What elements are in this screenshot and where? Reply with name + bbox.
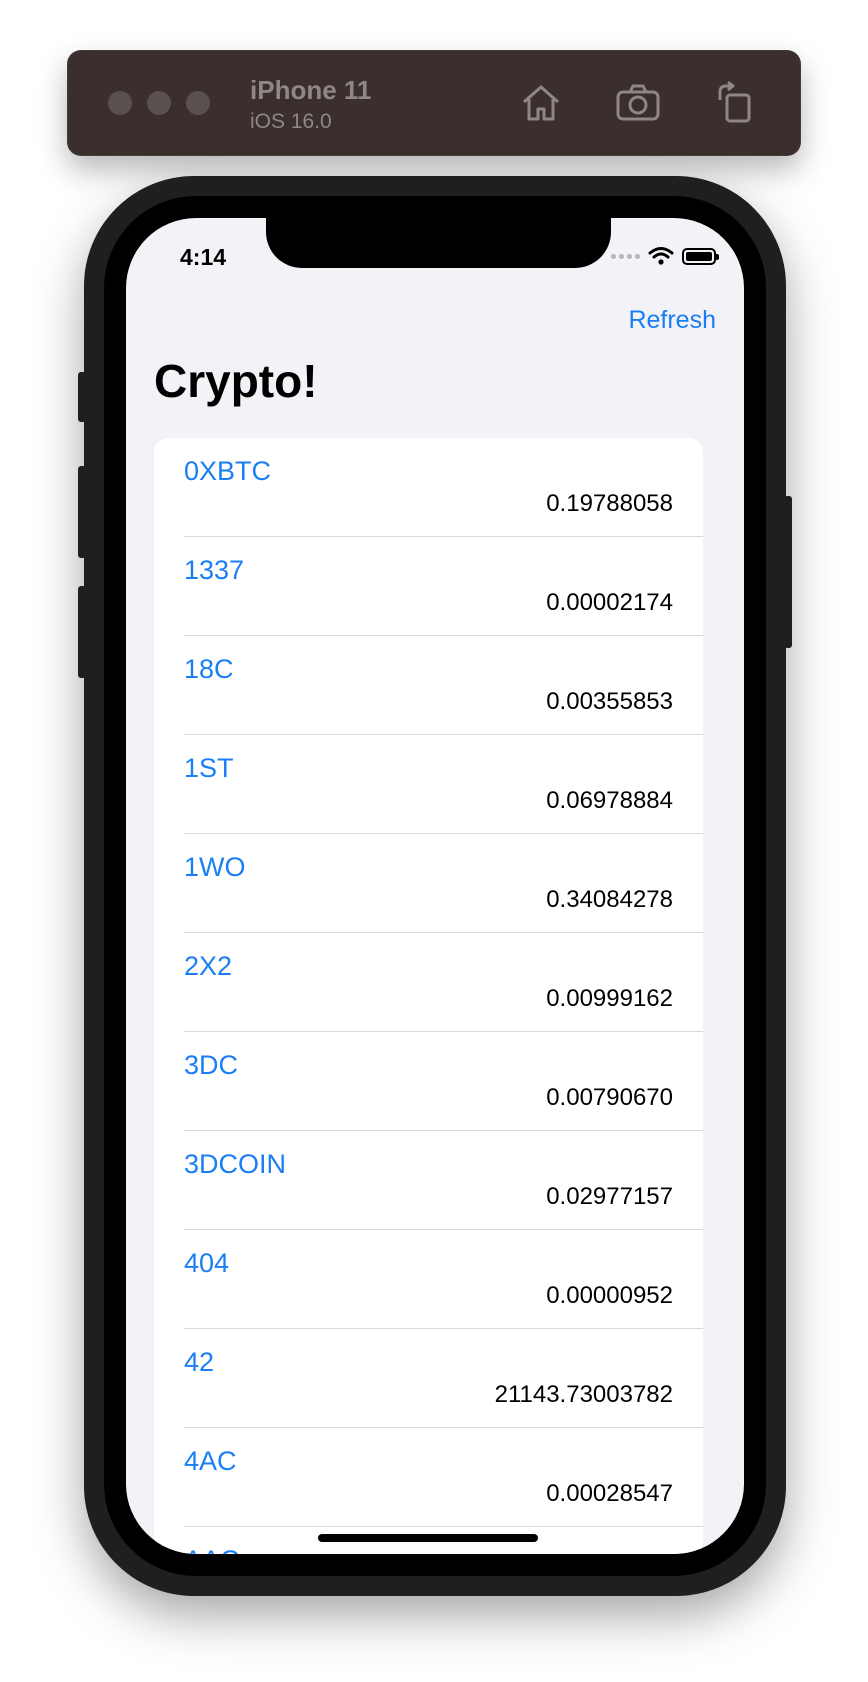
coin-price: 0.34084278 (546, 886, 673, 913)
list-item[interactable]: 4AC 0.00028547 (184, 1428, 703, 1527)
coin-price: 0.02977157 (546, 1183, 673, 1210)
battery-icon (682, 247, 719, 265)
rotate-icon[interactable] (710, 78, 760, 128)
coin-symbol[interactable]: 1337 (184, 555, 244, 586)
coin-symbol[interactable]: 18C (184, 654, 234, 685)
coin-price: 0.19788058 (546, 490, 673, 517)
minimize-window-button[interactable] (147, 91, 171, 115)
status-time: 4:14 (180, 244, 227, 270)
coin-symbol[interactable]: 2X2 (184, 951, 232, 982)
zoom-window-button[interactable] (186, 91, 210, 115)
coin-price: 0.00790670 (546, 1084, 673, 1111)
coin-price: 0.00028547 (546, 1480, 673, 1507)
camera-icon[interactable] (613, 78, 663, 128)
list-item[interactable]: 3DCOIN 0.02977157 (184, 1131, 703, 1230)
simulator-toolbar: iPhone 11 iOS 16.0 (67, 50, 801, 156)
coin-symbol[interactable]: AAC (184, 1545, 240, 1554)
coin-symbol[interactable]: 1WO (184, 852, 246, 883)
list-item[interactable]: 404 0.00000952 (184, 1230, 703, 1329)
device-name: iPhone 11 (250, 75, 372, 105)
coin-price: 0.00002174 (546, 589, 673, 616)
os-version: iOS 16.0 (250, 110, 332, 133)
mute-switch (78, 372, 86, 422)
signal-icon (611, 253, 640, 259)
list-item[interactable]: 2X2 0.00999162 (184, 933, 703, 1032)
volume-down-button (78, 586, 86, 678)
list-item[interactable]: 42 21143.73003782 (184, 1329, 703, 1428)
coin-price: 0.00355853 (546, 688, 673, 715)
coin-list[interactable]: 0XBTC 0.19788058 1337 0.00002174 18C 0.0… (154, 438, 703, 1554)
coin-symbol[interactable]: 3DC (184, 1050, 238, 1081)
volume-up-button (78, 466, 86, 558)
list-item[interactable]: 1WO 0.34084278 (184, 834, 703, 933)
phone-frame: 4:14 Refresh Crypto! 0XBTC 0.19788058 13… (78, 176, 792, 1596)
coin-symbol[interactable]: 1ST (184, 753, 234, 784)
coin-symbol[interactable]: 4AC (184, 1446, 237, 1477)
coin-symbol[interactable]: 0XBTC (184, 456, 271, 487)
close-window-button[interactable] (108, 91, 132, 115)
coin-price: 0.00999162 (546, 985, 673, 1012)
list-item[interactable]: 3DC 0.00790670 (184, 1032, 703, 1131)
list-item[interactable]: 1337 0.00002174 (184, 537, 703, 636)
notch (266, 218, 611, 268)
coin-price: 0.06978884 (546, 787, 673, 814)
coin-symbol[interactable]: 42 (184, 1347, 214, 1378)
list-item[interactable]: 1ST 0.06978884 (184, 735, 703, 834)
status-indicators (611, 246, 719, 266)
coin-price: 21143.73003782 (494, 1381, 673, 1408)
refresh-button[interactable]: Refresh (628, 306, 716, 335)
page-title: Crypto! (154, 355, 318, 407)
screen: 4:14 Refresh Crypto! 0XBTC 0.19788058 13… (126, 218, 744, 1554)
list-item[interactable]: 18C 0.00355853 (184, 636, 703, 735)
coin-symbol[interactable]: 3DCOIN (184, 1149, 286, 1180)
list-item[interactable]: 0XBTC 0.19788058 (184, 438, 703, 537)
coin-price: 0.00000952 (546, 1282, 673, 1309)
home-indicator[interactable] (318, 1534, 538, 1542)
home-icon[interactable] (516, 78, 566, 128)
power-button (784, 496, 792, 648)
coin-symbol[interactable]: 404 (184, 1248, 229, 1279)
wifi-icon (648, 247, 674, 265)
